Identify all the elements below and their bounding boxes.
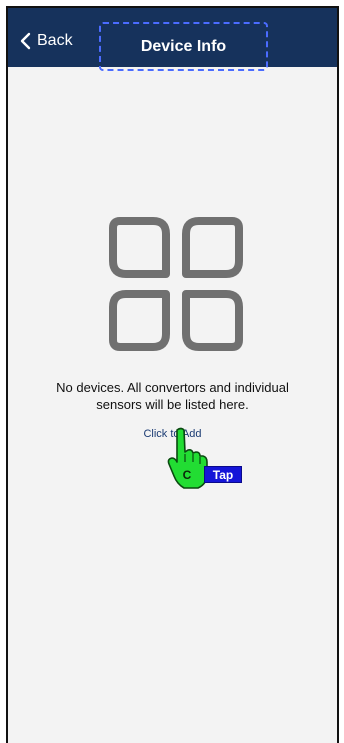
cursor-letter: C <box>183 468 192 482</box>
hand-cursor-icon: C <box>167 427 208 489</box>
phone-screen: Back Device Info No devices. All convert… <box>6 6 339 743</box>
back-button[interactable]: Back <box>20 32 73 50</box>
empty-state-line-2: sensors will be listed here. <box>96 397 249 412</box>
title-focus-box: Device Info <box>99 22 268 71</box>
back-label: Back <box>37 32 73 49</box>
empty-state-message: No devices. All convertors and individua… <box>8 379 337 413</box>
grid-icon <box>109 217 243 351</box>
chevron-left-icon <box>20 32 31 50</box>
empty-state-line-1: No devices. All convertors and individua… <box>56 380 289 395</box>
navigation-bar: Back Device Info <box>8 8 337 71</box>
tap-badge: Tap <box>204 466 242 483</box>
page-title: Device Info <box>140 37 227 55</box>
